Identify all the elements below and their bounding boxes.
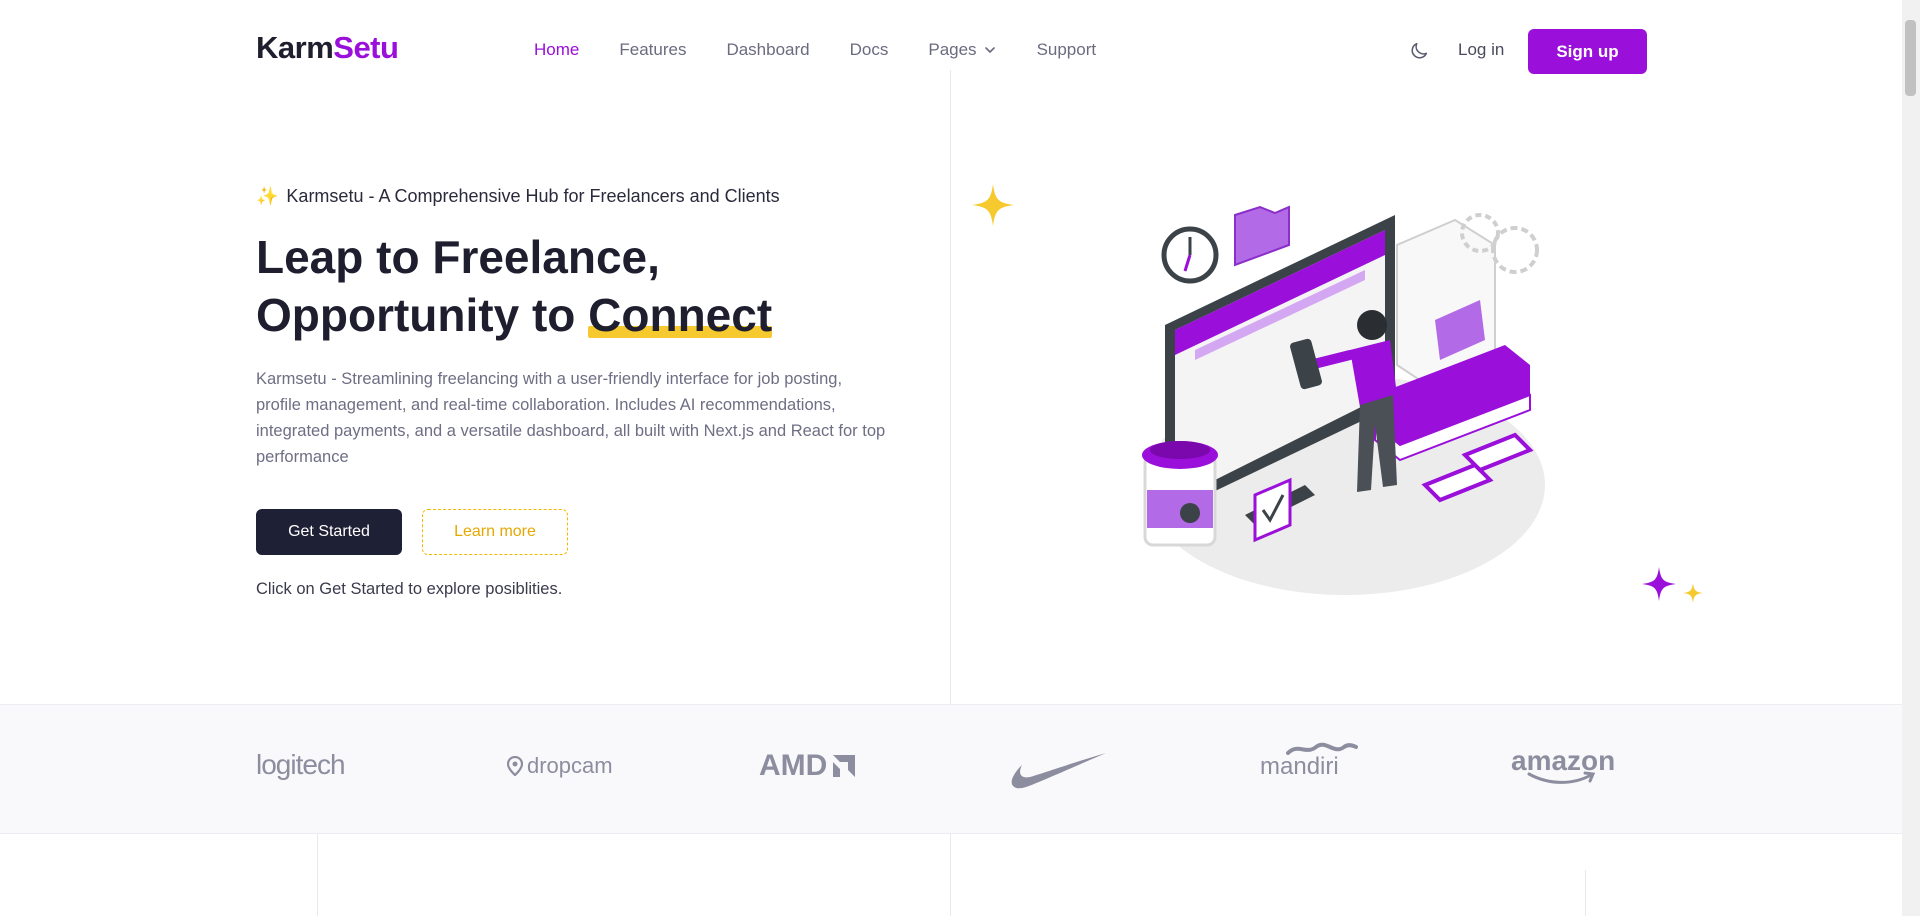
star-icon bbox=[1642, 567, 1676, 601]
hero-description: Karmsetu - Streamlining freelancing with… bbox=[256, 370, 886, 466]
login-link[interactable]: Log in bbox=[1458, 40, 1504, 60]
amd-arrow-icon bbox=[833, 755, 856, 777]
hero-hint: Click on Get Started to explore posiblit… bbox=[256, 580, 563, 598]
sparkles-icon: ✨ bbox=[256, 186, 279, 206]
site-header: KarmSetu Home Features Dashboard Docs Pa… bbox=[0, 0, 1902, 102]
section-divider bbox=[1585, 870, 1586, 916]
vertical-scrollbar[interactable] bbox=[1902, 0, 1920, 916]
nav-item-home[interactable]: Home bbox=[534, 40, 579, 60]
nike-swoosh-logo bbox=[1011, 753, 1106, 789]
amazon-smile-icon bbox=[1527, 771, 1596, 784]
get-started-button[interactable]: Get Started bbox=[256, 509, 402, 555]
partner-logos: logitech dropcam AMD mandiri amazon bbox=[0, 704, 1902, 834]
logitech-logo: logitech bbox=[256, 749, 346, 780]
amd-logo-text: AMD bbox=[759, 749, 828, 782]
nav-item-features[interactable]: Features bbox=[619, 40, 686, 60]
star-icon bbox=[1683, 583, 1703, 603]
nav-item-pages-label: Pages bbox=[928, 40, 977, 59]
scrollbar-thumb[interactable] bbox=[1905, 20, 1916, 96]
mandiri-wave-icon bbox=[1286, 742, 1358, 755]
nav-item-docs[interactable]: Docs bbox=[850, 40, 889, 60]
main-nav: Home Features Dashboard Docs Pages Suppo… bbox=[534, 40, 1096, 60]
amd-logo: AMD bbox=[759, 749, 857, 783]
learn-more-button[interactable]: Learn more bbox=[422, 509, 568, 555]
chevron-down-icon bbox=[984, 47, 995, 53]
signup-button[interactable]: Sign up bbox=[1528, 29, 1647, 74]
nav-item-dashboard[interactable]: Dashboard bbox=[726, 40, 809, 60]
brand-logo[interactable]: KarmSetu bbox=[256, 30, 399, 66]
section-divider bbox=[950, 833, 951, 916]
hero-headline-line1: Leap to Freelance, bbox=[256, 231, 660, 283]
section-divider bbox=[317, 833, 318, 916]
mandiri-logo-text: mandiri bbox=[1260, 753, 1339, 780]
moon-icon[interactable] bbox=[1408, 40, 1430, 62]
hero-badge-text: Karmsetu - A Comprehensive Hub for Freel… bbox=[286, 186, 780, 206]
hero-headline-highlight: Connect bbox=[588, 286, 773, 344]
landing-page: KarmSetu Home Features Dashboard Docs Pa… bbox=[0, 0, 1902, 916]
hero-badge: ✨ Karmsetu - A Comprehensive Hub for Fre… bbox=[256, 186, 780, 207]
brand-logo-part1: Karm bbox=[256, 30, 334, 65]
hero-illustration bbox=[1142, 205, 1545, 595]
dropcam-logo-text: dropcam bbox=[527, 753, 613, 778]
hero-headline-line2: Opportunity to bbox=[256, 289, 589, 341]
hero-divider bbox=[950, 70, 951, 704]
nav-item-pages[interactable]: Pages bbox=[928, 40, 996, 60]
amazon-logo: amazon bbox=[1511, 745, 1615, 785]
hero-headline: Leap to Freelance, Opportunity to Connec… bbox=[256, 228, 773, 344]
mandiri-logo: mandiri bbox=[1260, 742, 1358, 781]
brand-logo-part2: Setu bbox=[333, 30, 399, 65]
nav-item-support[interactable]: Support bbox=[1037, 40, 1097, 60]
star-icon bbox=[972, 184, 1014, 226]
location-pin-icon bbox=[507, 756, 523, 776]
dropcam-logo: dropcam bbox=[507, 753, 613, 779]
